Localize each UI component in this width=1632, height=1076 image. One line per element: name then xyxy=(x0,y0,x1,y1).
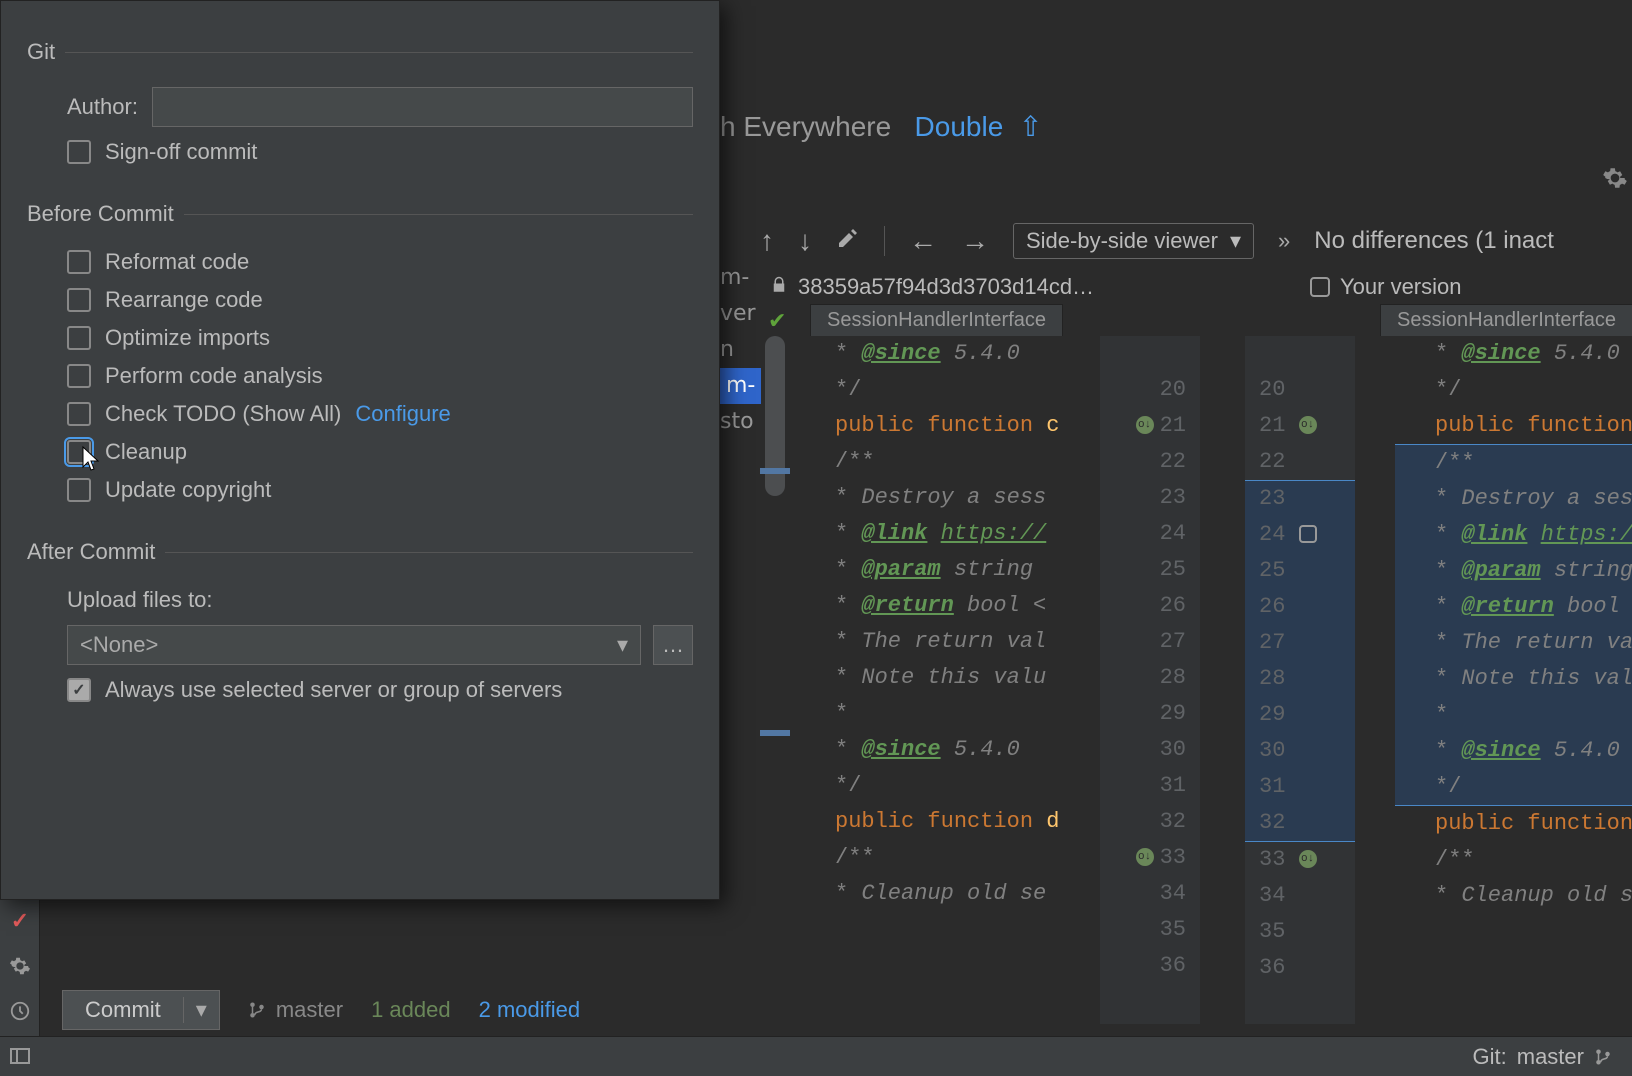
diff-right-pane[interactable]: * @since 5.4.0*/public function /*** Des… xyxy=(1395,336,1632,1024)
file-tab-right[interactable]: SessionHandlerInterface xyxy=(1380,304,1632,336)
scroll-marker xyxy=(760,468,790,474)
lock-icon xyxy=(770,274,788,300)
before-commit-checkbox[interactable] xyxy=(67,326,91,350)
more-icon[interactable]: » xyxy=(1278,228,1290,254)
right-version-label: Your version xyxy=(1340,274,1461,300)
added-count: 1 added xyxy=(371,997,451,1023)
always-use-checkbox[interactable]: ✓ xyxy=(67,678,91,702)
before-commit-checkbox[interactable] xyxy=(67,478,91,502)
bg-line: ver xyxy=(720,296,761,332)
chevron-down-icon: ▾ xyxy=(1230,228,1241,254)
bg-line-selected: m- xyxy=(720,368,761,404)
upload-label: Upload files to: xyxy=(67,587,693,613)
bg-line: sto xyxy=(720,404,761,440)
configure-link[interactable]: Configure xyxy=(355,401,450,427)
signoff-checkbox[interactable] xyxy=(67,140,91,164)
nav-forward-icon[interactable]: → xyxy=(961,225,989,257)
upload-select[interactable]: <None> ▾ xyxy=(67,625,641,665)
git-status[interactable]: Git: master xyxy=(1473,1044,1612,1070)
separator xyxy=(884,226,885,256)
checkbox-label: Reformat code xyxy=(105,249,249,275)
nav-back-icon[interactable]: ← xyxy=(909,225,937,257)
bg-line: m- xyxy=(720,260,761,296)
commit-button[interactable]: Commit ▾ xyxy=(62,990,220,1030)
checkbox-label: Update copyright xyxy=(105,477,271,503)
branch-indicator[interactable]: master xyxy=(248,997,343,1023)
before-commit-checkbox[interactable] xyxy=(67,440,91,464)
gear-icon[interactable] xyxy=(1602,165,1628,197)
viewer-mode-dropdown[interactable]: Side-by-side viewer ▾ xyxy=(1013,223,1254,259)
right-gutter: 2021 o↓222324 252627282930313233 o↓34353… xyxy=(1245,336,1355,1024)
scroll-marker xyxy=(760,730,790,736)
always-use-label: Always use selected server or group of s… xyxy=(105,677,562,703)
section-git: Git xyxy=(27,39,65,65)
before-commit-checkbox[interactable] xyxy=(67,288,91,312)
gear-icon[interactable] xyxy=(0,946,40,986)
checkbox-label: Perform code analysis xyxy=(105,363,323,389)
before-commit-checkbox[interactable] xyxy=(67,364,91,388)
checkmark-icon[interactable]: ✓ xyxy=(0,901,40,941)
browse-button[interactable]: … xyxy=(653,625,693,665)
left-gutter: 20o↓212223242526272829303132o↓33343536 xyxy=(1100,336,1200,1024)
diff-prev-icon[interactable]: ↑ xyxy=(760,225,774,257)
before-commit-checkbox[interactable] xyxy=(67,402,91,426)
diff-left-pane[interactable]: * @since 5.4.0*/public function c/*** De… xyxy=(795,336,1095,1024)
diff-next-icon[interactable]: ↓ xyxy=(798,225,812,257)
checkbox-label: Cleanup xyxy=(105,439,187,465)
left-version-hash: 38359a57f94d3d3703d14cd… xyxy=(798,274,1094,300)
file-tab-left[interactable]: SessionHandlerInterface xyxy=(810,304,1063,336)
chevron-down-icon[interactable]: ▾ xyxy=(183,997,219,1023)
section-after: After Commit xyxy=(27,539,165,565)
section-before: Before Commit xyxy=(27,201,184,227)
bg-line: n xyxy=(720,332,761,368)
diff-status-text: No differences (1 inact xyxy=(1314,227,1554,255)
history-icon[interactable] xyxy=(0,991,40,1031)
status-bar: Git: master xyxy=(0,1036,1632,1076)
before-commit-checkbox[interactable] xyxy=(67,250,91,274)
commit-options-popup: Git Author: Sign-off commit Before Commi… xyxy=(0,0,720,900)
tool-window-icon[interactable] xyxy=(0,1044,40,1070)
search-everywhere-hint: h Everywhere Double ⇧ xyxy=(720,110,1042,143)
author-input[interactable] xyxy=(152,87,693,127)
chevron-down-icon: ▾ xyxy=(617,632,628,658)
signoff-label: Sign-off commit xyxy=(105,139,257,165)
modified-count: 2 modified xyxy=(479,997,581,1023)
checkbox-label: Rearrange code xyxy=(105,287,263,313)
check-icon: ✔ xyxy=(768,308,786,334)
readonly-checkbox[interactable] xyxy=(1310,277,1330,297)
checkbox-label: Optimize imports xyxy=(105,325,270,351)
author-label: Author: xyxy=(67,94,138,120)
edit-icon[interactable] xyxy=(836,226,860,256)
checkbox-label: Check TODO (Show All) xyxy=(105,401,341,427)
